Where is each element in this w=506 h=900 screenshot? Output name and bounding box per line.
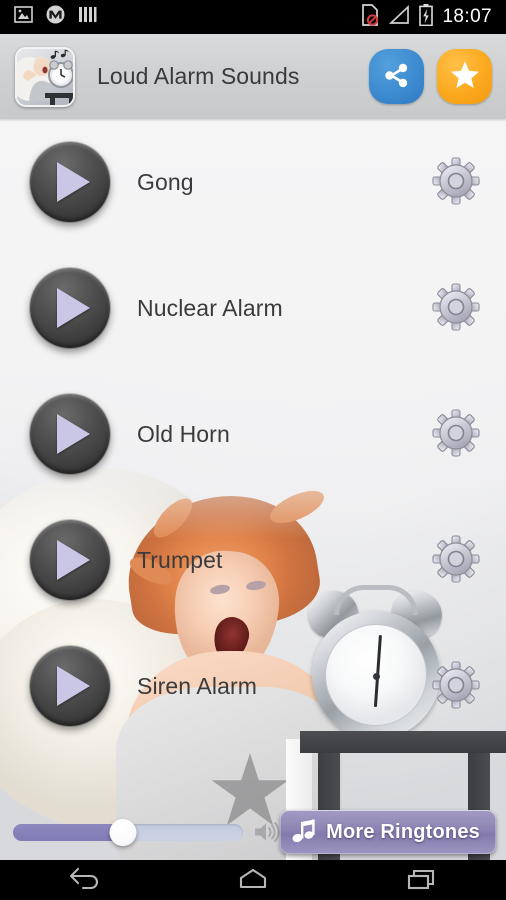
sound-row-gong[interactable]: Gong	[0, 119, 506, 245]
play-button-siren-alarm[interactable]	[30, 646, 110, 726]
gear-icon	[431, 534, 481, 587]
favorite-button[interactable]	[437, 49, 492, 104]
gear-icon	[431, 660, 481, 713]
screenshot-icon	[14, 6, 33, 28]
status-bar-right-icons: 18:07	[361, 3, 506, 31]
share-icon	[382, 61, 411, 93]
motorola-logo-icon	[46, 5, 65, 29]
more-ringtones-label: More Ringtones	[326, 820, 480, 843]
status-bar: 18:07	[0, 0, 506, 34]
sound-row-trumpet[interactable]: Trumpet	[0, 497, 506, 623]
play-icon	[57, 666, 90, 706]
bottom-controls: More Ringtones	[0, 804, 506, 860]
play-button-nuclear-alarm[interactable]	[30, 268, 110, 348]
nav-back-button[interactable]	[39, 860, 129, 900]
sound-name: Siren Alarm	[137, 672, 257, 699]
gear-icon	[431, 282, 481, 335]
settings-button-nuclear-alarm[interactable]	[430, 282, 482, 334]
play-icon	[57, 414, 90, 454]
sound-name: Gong	[137, 168, 194, 195]
settings-button-old-horn[interactable]	[430, 408, 482, 460]
sound-name: Old Horn	[137, 420, 230, 447]
signal-no-service-icon	[388, 4, 410, 30]
more-ringtones-button[interactable]: More Ringtones	[280, 810, 496, 854]
bars-icon	[78, 6, 97, 28]
status-bar-clock: 18:07	[442, 6, 492, 27]
gear-icon	[431, 408, 481, 461]
play-button-gong[interactable]	[30, 142, 110, 222]
play-icon	[57, 288, 90, 328]
sound-row-siren-alarm[interactable]: Siren Alarm	[0, 623, 506, 749]
settings-button-trumpet[interactable]	[430, 534, 482, 586]
play-button-trumpet[interactable]	[30, 520, 110, 600]
play-icon	[57, 540, 90, 580]
music-note-icon	[292, 818, 316, 847]
sound-row-nuclear-alarm[interactable]: Nuclear Alarm	[0, 245, 506, 371]
share-button[interactable]	[369, 49, 424, 104]
recents-icon	[405, 866, 439, 895]
sound-name: Trumpet	[137, 546, 223, 573]
volume-slider[interactable]	[13, 818, 244, 846]
status-bar-left-icons	[0, 5, 97, 29]
sound-name: Nuclear Alarm	[137, 294, 283, 321]
sound-row-old-horn[interactable]: Old Horn	[0, 371, 506, 497]
app-root: 18:07 Loud Alarm Sounds Gong Nuclear Ala…	[0, 0, 506, 900]
sim-card-missing-icon	[361, 3, 379, 31]
speaker-volume-icon	[252, 818, 280, 846]
app-icon-alarm-clock	[15, 46, 75, 107]
app-header: Loud Alarm Sounds	[0, 34, 506, 119]
settings-button-gong[interactable]	[430, 156, 482, 208]
nav-recents-button[interactable]	[377, 860, 467, 900]
play-icon	[57, 162, 90, 202]
home-icon	[236, 866, 270, 895]
android-nav-bar	[0, 860, 506, 900]
sound-list: Gong Nuclear Alarm Old Horn Trumpet Sire…	[0, 119, 506, 749]
gear-icon	[431, 156, 481, 209]
settings-button-siren-alarm[interactable]	[430, 660, 482, 712]
battery-charging-icon	[419, 3, 434, 31]
volume-slider-knob[interactable]	[109, 818, 137, 846]
back-icon	[67, 866, 101, 895]
page-title: Loud Alarm Sounds	[97, 63, 300, 89]
nav-home-button[interactable]	[208, 860, 298, 900]
header-actions	[369, 49, 506, 104]
play-button-old-horn[interactable]	[30, 394, 110, 474]
star-icon	[450, 60, 480, 93]
volume-slider-fill	[13, 823, 124, 841]
